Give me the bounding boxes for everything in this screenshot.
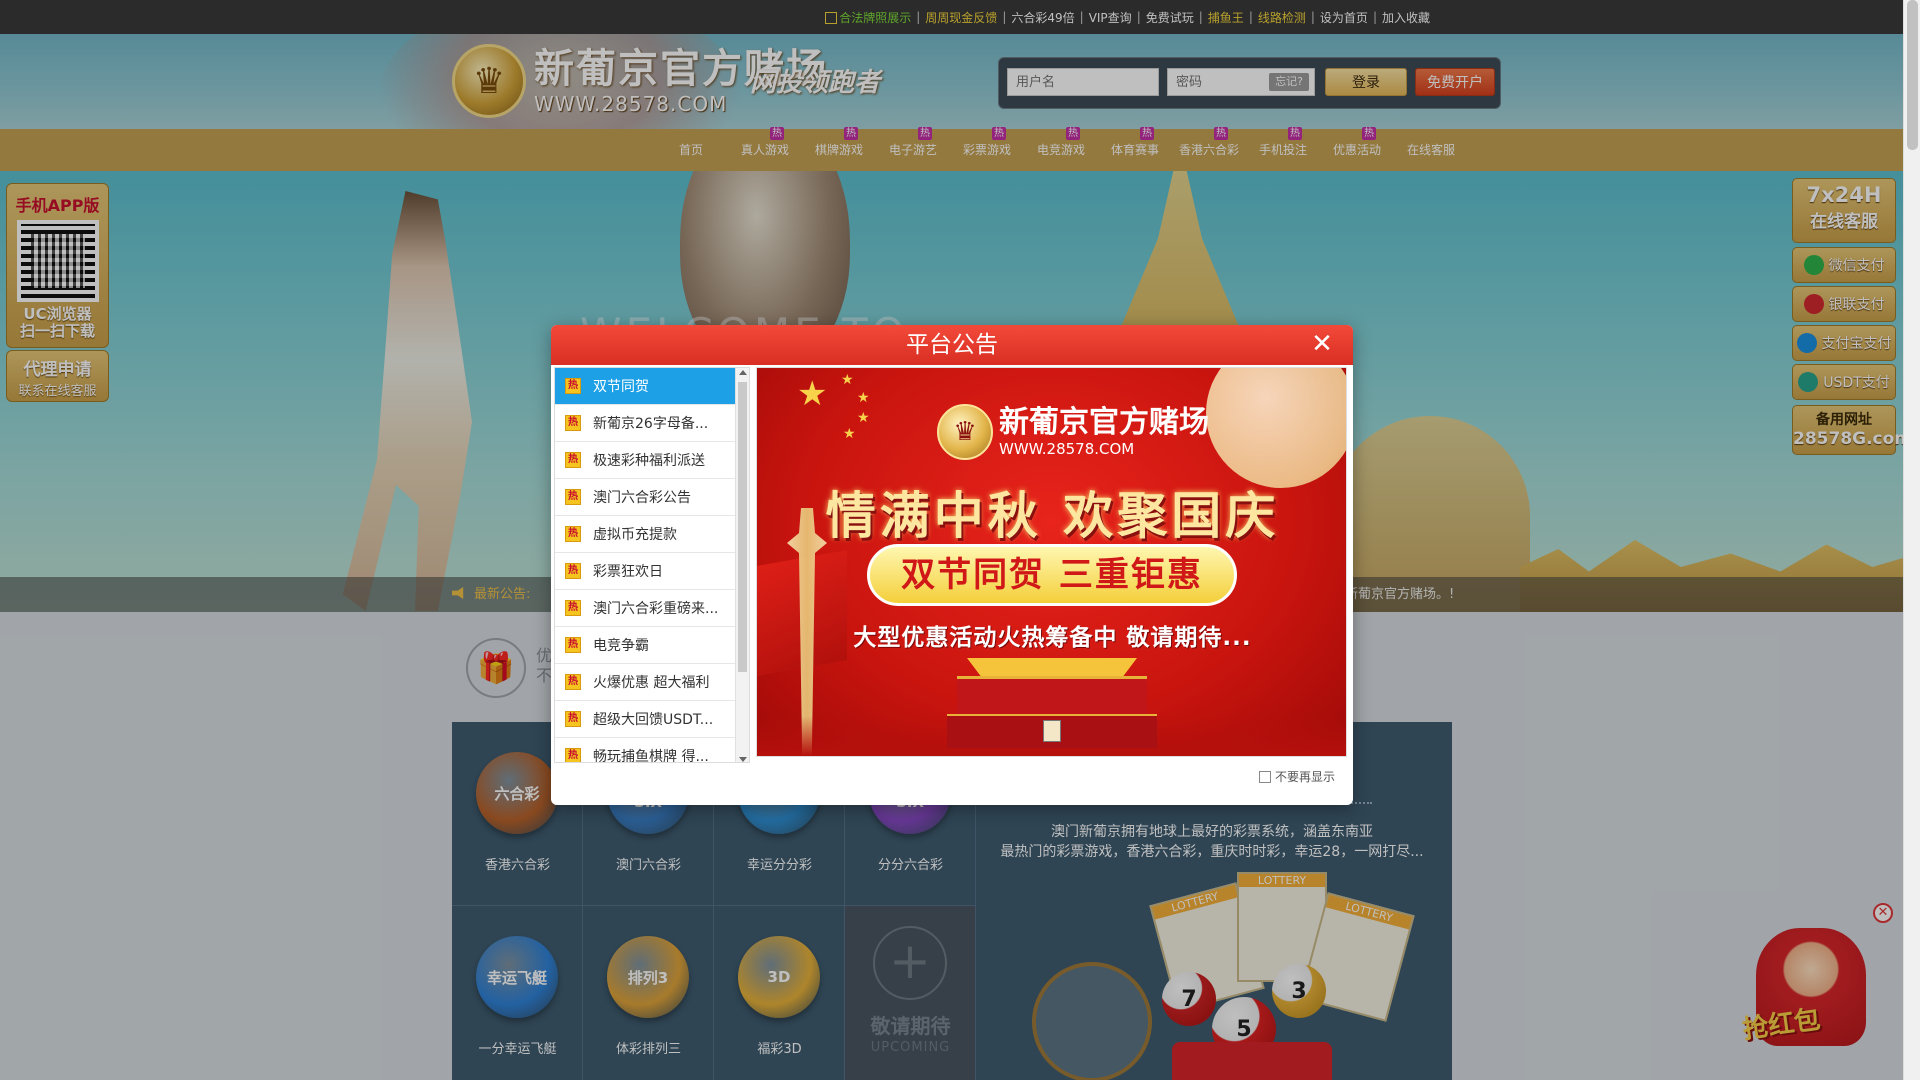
announcement-item-label: 澳门六合彩重磅来... bbox=[593, 601, 719, 617]
hot-tag-icon: 热 bbox=[565, 748, 581, 762]
hot-tag-icon: 热 bbox=[565, 563, 581, 579]
announcement-item-label: 火爆优惠 超大福利 bbox=[593, 675, 710, 691]
hot-tag-icon: 热 bbox=[565, 637, 581, 653]
page-scrollbar[interactable] bbox=[1903, 0, 1920, 1080]
announcement-modal: 平台公告 ✕ 热双节同贺热新葡京26字母备... 热极速彩种福利派送热澳门六合彩公… bbox=[551, 325, 1353, 805]
hot-tag-icon: 热 bbox=[565, 415, 581, 431]
announcement-item[interactable]: 热电竞争霸 bbox=[555, 627, 737, 664]
announcement-item-label: 双节同贺 bbox=[593, 379, 649, 395]
scrollbar-thumb[interactable] bbox=[1907, 0, 1918, 150]
hot-tag-icon: 热 bbox=[565, 489, 581, 505]
modal-header: 平台公告 ✕ bbox=[551, 325, 1353, 365]
announcement-item[interactable]: 热超级大回馈USDT... bbox=[555, 701, 737, 738]
announcement-item[interactable]: 热澳门六合彩重磅来... bbox=[555, 590, 737, 627]
star-icon: ★ bbox=[843, 426, 856, 442]
star-icon: ★ bbox=[841, 372, 854, 388]
announcement-poster: ★ ★ ★ ★ ★ ♛ 新葡京官方赌场 WWW.28578.COM 情满中秋 欢… bbox=[756, 367, 1347, 757]
dont-show-label: 不要再显示 bbox=[1274, 770, 1335, 784]
modal-title: 平台公告 bbox=[906, 332, 998, 358]
logo-emblem-icon: ♛ bbox=[937, 404, 993, 460]
scrollbar-thumb[interactable] bbox=[738, 382, 747, 672]
poster-headline: 情满中秋 欢聚国庆 bbox=[825, 486, 1280, 545]
moon-image bbox=[1206, 368, 1346, 488]
announcement-item-label: 极速彩种福利派送 bbox=[593, 453, 705, 469]
dont-show-checkbox[interactable] bbox=[1258, 770, 1271, 783]
close-icon[interactable]: ✕ bbox=[1311, 331, 1333, 357]
announcement-item-label: 超级大回馈USDT... bbox=[593, 712, 714, 728]
announcement-item-label: 彩票狂欢日 bbox=[593, 564, 663, 580]
poster-logo-title: 新葡京官方赌场 bbox=[999, 405, 1209, 440]
announcement-item-label: 虚拟币充提款 bbox=[593, 527, 677, 543]
announcement-item-label: 畅玩捕鱼棋牌 得... bbox=[593, 749, 709, 763]
dont-show-again[interactable]: 不要再显示 bbox=[1258, 768, 1335, 785]
poster-pill: 双节同贺 三重钜惠 bbox=[867, 544, 1237, 606]
announcement-item-label: 电竞争霸 bbox=[593, 638, 649, 654]
poster-logo-url: WWW.28578.COM bbox=[999, 440, 1135, 458]
poster-subtitle: 大型优惠活动火热筹备中 敬请期待... bbox=[853, 625, 1252, 651]
announcement-item[interactable]: 热双节同贺 bbox=[555, 368, 737, 405]
hot-tag-icon: 热 bbox=[565, 711, 581, 727]
hot-tag-icon: 热 bbox=[565, 526, 581, 542]
hot-tag-icon: 热 bbox=[565, 378, 581, 394]
announcement-item[interactable]: 热虚拟币充提款 bbox=[555, 516, 737, 553]
star-icon: ★ bbox=[857, 390, 870, 406]
announcement-item[interactable]: 热火爆优惠 超大福利 bbox=[555, 664, 737, 701]
star-icon: ★ bbox=[857, 410, 870, 426]
scroll-down-icon[interactable] bbox=[739, 757, 747, 762]
star-icon: ★ bbox=[797, 374, 828, 414]
announcement-item-label: 新葡京26字母备... bbox=[593, 416, 709, 432]
hot-tag-icon: 热 bbox=[565, 600, 581, 616]
hot-tag-icon: 热 bbox=[565, 674, 581, 690]
poster-logo: ♛ 新葡京官方赌场 WWW.28578.COM bbox=[937, 404, 1209, 460]
announcement-list: 热双节同贺热新葡京26字母备... 热极速彩种福利派送热澳门六合彩公告热虚拟币充提… bbox=[554, 367, 750, 763]
announcement-item[interactable]: 热极速彩种福利派送 bbox=[555, 442, 737, 479]
announcement-item-label: 澳门六合彩公告 bbox=[593, 490, 691, 506]
announcement-item[interactable]: 热畅玩捕鱼棋牌 得... bbox=[555, 738, 737, 763]
scroll-up-icon[interactable] bbox=[739, 370, 747, 375]
announcement-list-scrollbar[interactable] bbox=[735, 368, 749, 762]
announcement-item[interactable]: 热彩票狂欢日 bbox=[555, 553, 737, 590]
announcement-item[interactable]: 热新葡京26字母备... bbox=[555, 405, 737, 442]
hot-tag-icon: 热 bbox=[565, 452, 581, 468]
tiananmen-image bbox=[947, 658, 1157, 748]
announcement-item[interactable]: 热澳门六合彩公告 bbox=[555, 479, 737, 516]
